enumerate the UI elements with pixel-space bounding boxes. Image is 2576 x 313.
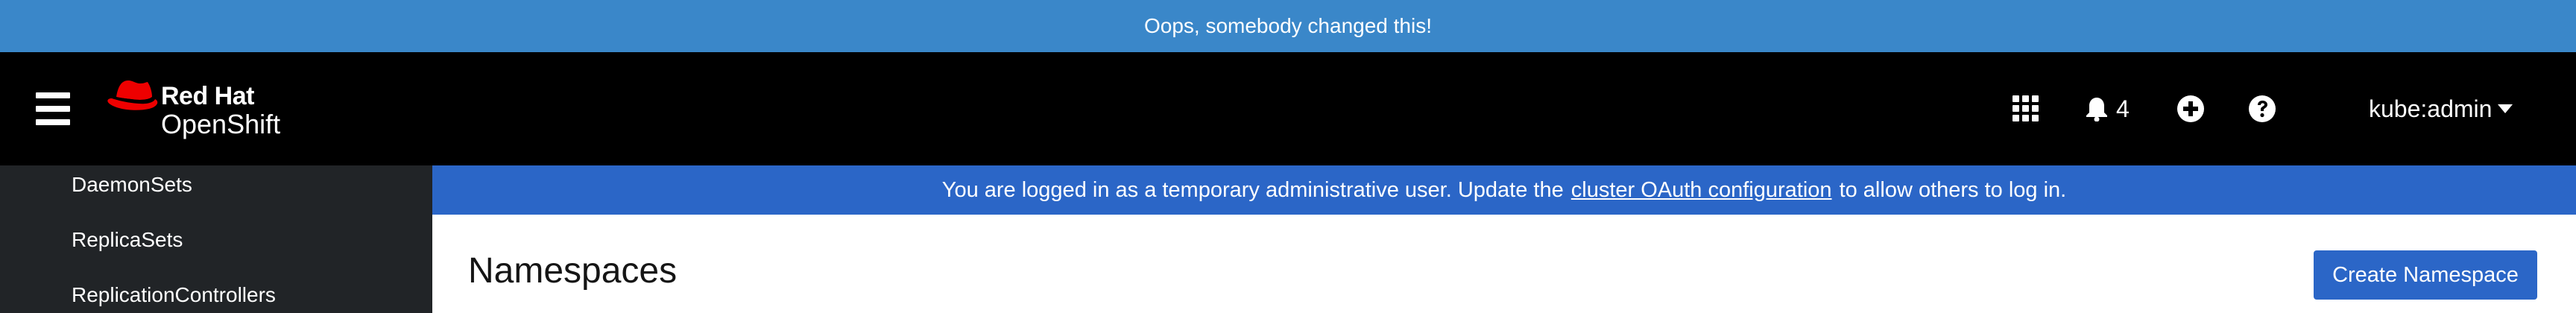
chevron-down-icon bbox=[2498, 104, 2513, 113]
brand-name: Red Hat bbox=[161, 82, 254, 110]
menu-icon[interactable] bbox=[36, 92, 70, 125]
notice-prefix: You are logged in as a temporary adminis… bbox=[941, 177, 1564, 202]
sidebar-item-replicasets[interactable]: ReplicaSets bbox=[72, 228, 183, 252]
banner-text: Oops, somebody changed this! bbox=[1143, 14, 1432, 37]
notifications-button[interactable]: 4 bbox=[2085, 94, 2130, 124]
user-menu-toggle[interactable]: kube:admin bbox=[2369, 94, 2513, 124]
help-icon[interactable] bbox=[2248, 95, 2276, 123]
custom-banner: Oops, somebody changed this! bbox=[0, 0, 2576, 52]
main-content: Namespaces Create Namespace bbox=[432, 215, 2576, 313]
cluster-oauth-link[interactable]: cluster OAuth configuration bbox=[1571, 178, 1832, 203]
redhat-logo-icon bbox=[107, 80, 158, 110]
user-name: kube:admin bbox=[2369, 95, 2493, 122]
create-namespace-button[interactable]: Create Namespace bbox=[2314, 250, 2537, 300]
temporary-admin-notice: You are logged in as a temporary adminis… bbox=[432, 165, 2576, 215]
product-name: OpenShift bbox=[161, 109, 281, 139]
masthead: Red Hat OpenShift 4 kube:admin bbox=[0, 52, 2576, 165]
sidebar-nav: DaemonSets ReplicaSets ReplicationContro… bbox=[0, 165, 432, 313]
plus-circle-icon[interactable] bbox=[2176, 95, 2205, 123]
notice-suffix: to allow others to log in. bbox=[1839, 177, 2067, 202]
sidebar-item-replicationcontrollers[interactable]: ReplicationControllers bbox=[72, 283, 276, 307]
apps-grid-icon[interactable] bbox=[2012, 95, 2039, 122]
notification-count: 4 bbox=[2116, 95, 2130, 122]
sidebar-item-daemonsets[interactable]: DaemonSets bbox=[72, 173, 192, 197]
page-title: Namespaces bbox=[468, 251, 678, 291]
bell-icon bbox=[2086, 98, 2107, 121]
